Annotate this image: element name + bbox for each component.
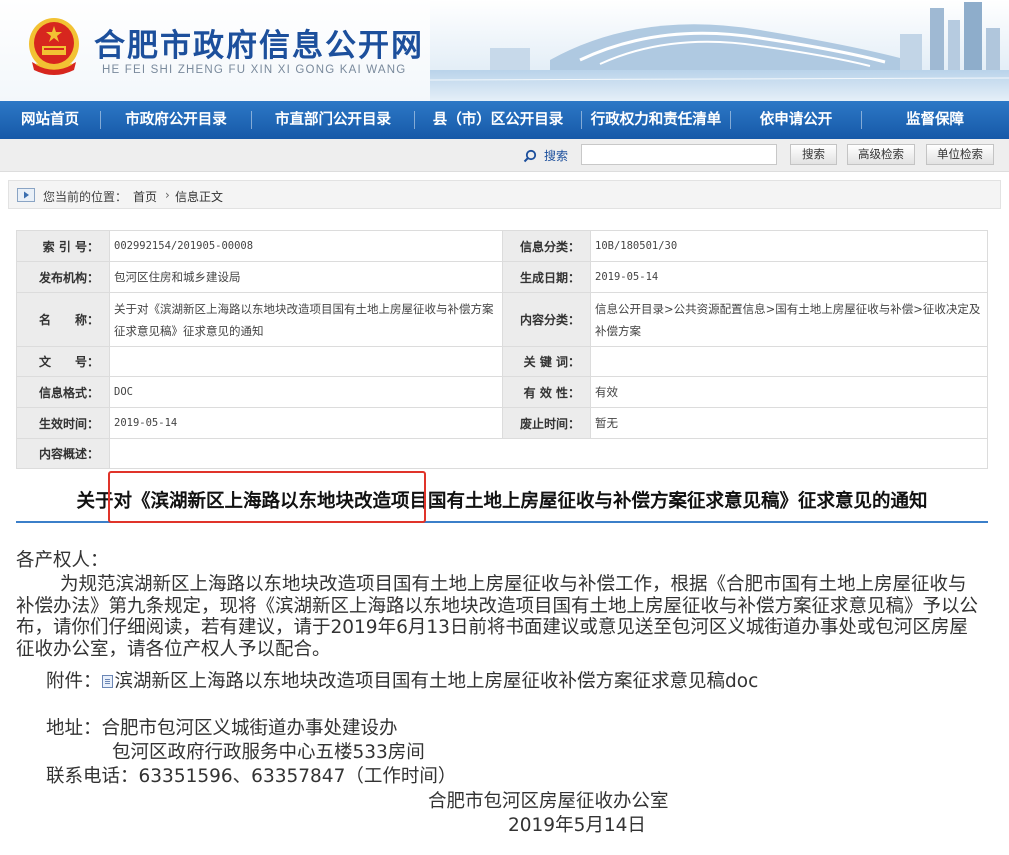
search-icon [523,149,537,163]
index-no-label: 索 引 号： [16,230,110,262]
document-metadata-table: 索 引 号： 002992154/201905-00008 信息分类： 10B/… [16,230,988,469]
breadcrumb-arrow-icon [17,188,35,202]
national-emblem-icon [29,18,79,75]
name-value: 关于对《滨湖新区上海路以东地块改造项目国有土地上房屋征收与补偿方案征求意见稿》征… [109,292,503,347]
created-date-value: 2019-05-14 [590,261,988,293]
validity-value: 有效 [590,376,988,408]
format-value: DOC [109,376,503,408]
attachment-row: 附件： 滨湖新区上海路以东地块改造项目国有土地上房屋征收补偿方案征求意见稿doc [46,671,758,693]
phone-label: 联系电话： [46,766,139,787]
doc-no-value [109,346,503,377]
summary-label: 内容概述： [16,438,110,469]
attachment-doc-icon [101,675,113,688]
repeal-date-value: 暂无 [590,407,988,439]
advanced-search-button[interactable]: 高级检索 [847,144,915,165]
nav-item-supervision[interactable]: 监督保障 [862,101,1008,139]
attachment-label: 附件： [46,671,102,692]
highlight-box [108,471,426,523]
phone-row: 联系电话：63351596、63357847（工作时间） [46,766,456,788]
nav-item-apply-disclosure[interactable]: 依申请公开 [731,101,861,139]
search-label: 搜索 [544,149,569,163]
breadcrumb-current: 信息正文 [175,190,224,204]
category-label: 信息分类： [502,230,591,262]
address-row: 地址：合肥市包河区义城街道办事处建设办 [46,718,398,740]
search-input[interactable] [581,144,777,165]
breadcrumb-label: 您当前的位置： [43,190,128,204]
site-header: 合肥市政府信息公开网 HE FEI SHI ZHENG FU XIN XI GO… [0,0,1009,101]
nav-item-home[interactable]: 网站首页 [0,101,100,139]
breadcrumb-separator: › [165,188,170,202]
nav-item-power-list[interactable]: 行政权力和责任清单 [582,101,730,139]
repeal-date-label: 废止时间： [502,407,591,439]
publisher-label: 发布机构： [16,261,110,293]
name-label: 名 称： [16,292,110,347]
site-pinyin: HE FEI SHI ZHENG FU XIN XI GONG KAI WANG [102,64,407,76]
topic-value: 信息公开目录>公共资源配置信息>国有土地上房屋征收与补偿>征收决定及补偿方案 [590,292,988,347]
city-skyline-image [430,0,1009,101]
format-label: 信息格式： [16,376,110,408]
salutation: 各产权人： [16,550,109,571]
breadcrumb-home-link[interactable]: 首页 [133,188,157,205]
address-line-1: 合肥市包河区义城街道办事处建设办 [101,718,398,739]
summary-value [109,438,988,469]
nav-item-municipal-catalog[interactable]: 市政府公开目录 [101,101,251,139]
topic-label: 内容分类： [502,292,591,347]
site-title: 合肥市政府信息公开网 [94,28,424,64]
effective-date-label: 生效时间： [16,407,110,439]
doc-no-label: 文 号： [16,346,110,377]
main-nav: 网站首页 市政府公开目录 市直部门公开目录 县（市）区公开目录 行政权力和责任清… [0,101,1009,139]
unit-search-button[interactable]: 单位检索 [926,144,994,165]
publisher-value: 包河区住房和城乡建设局 [109,261,503,293]
phone-value: 63351596、63357847（工作时间） [138,766,457,787]
attachment-link[interactable]: 滨湖新区上海路以东地块改造项目国有土地上房屋征收补偿方案征求意见稿doc [115,671,759,692]
search-bar: 搜索 搜索 高级检索 单位检索 [0,139,1009,172]
keywords-value [590,346,988,377]
body-paragraph: 为规范滨湖新区上海路以东地块改造项目国有土地上房屋征收与补偿工作，根据《合肥市国… [16,574,979,660]
category-value: 10B/180501/30 [590,230,988,262]
nav-item-department-catalog[interactable]: 市直部门公开目录 [252,101,414,139]
validity-label: 有 效 性： [502,376,591,408]
keywords-label: 关 键 词： [502,346,591,377]
effective-date-value: 2019-05-14 [109,407,503,439]
search-button[interactable]: 搜索 [790,144,837,165]
nav-item-county-catalog[interactable]: 县（市）区公开目录 [415,101,581,139]
created-date-label: 生成日期： [502,261,591,293]
signature-date: 2019年5月14日 [508,815,646,836]
signature-org: 合肥市包河区房屋征收办公室 [428,791,669,812]
breadcrumb: 您当前的位置： 首页 › 信息正文 [8,180,1001,209]
index-no-value: 002992154/201905-00008 [109,230,503,262]
address-line-2: 包河区政府行政服务中心五楼533房间 [112,742,425,763]
address-label: 地址： [46,718,102,739]
